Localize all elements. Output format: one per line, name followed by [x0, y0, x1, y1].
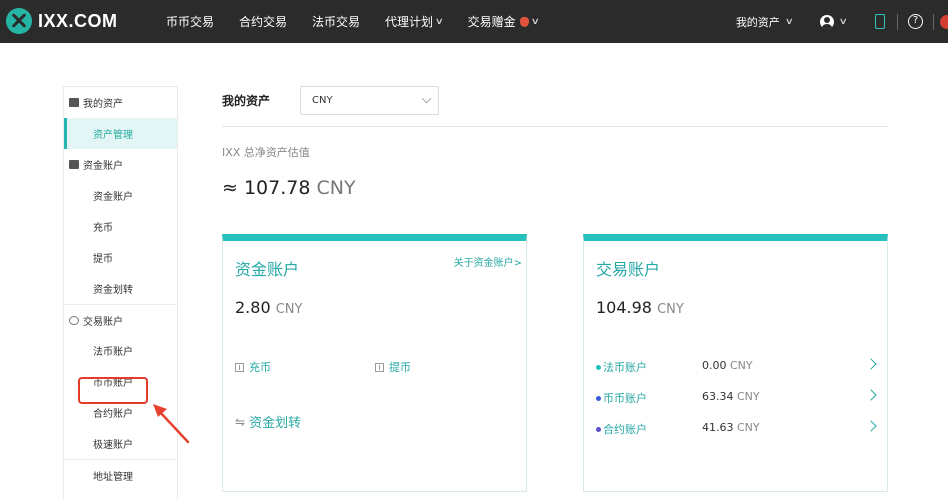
logo-icon	[6, 8, 32, 34]
currency-select-value: CNY	[312, 95, 333, 106]
card-title: 交易账户	[596, 260, 661, 279]
sidebar-item-deposit[interactable]: 充币	[64, 211, 177, 242]
withdraw-button[interactable]: 提币	[375, 359, 411, 375]
card-amount: 2.80 CNY	[235, 298, 303, 317]
chevron-down-icon: ∨	[530, 16, 540, 27]
wallet-icon	[69, 98, 79, 107]
dot-icon	[596, 395, 601, 401]
withdraw-icon	[375, 362, 384, 372]
mobile-app-button[interactable]	[875, 14, 885, 29]
account-row-fiat[interactable]: 法币账户 0.00 CNY	[596, 358, 877, 374]
chevron-right-icon[interactable]	[865, 358, 877, 370]
annotation-arrow-icon	[153, 404, 190, 444]
exchange-icon	[69, 315, 79, 325]
top-navbar: IXX.COM 币币交易 合约交易 法币交易 代理计划 ∨ 交易赠金 ∨ 我的资产 ∨…	[0, 0, 948, 43]
nav-contract-trading[interactable]: 合约交易	[239, 13, 287, 30]
trading-account-card: 交易账户 104.98 CNY 法币账户 0.00 CNY 币币账户 63.34…	[583, 234, 888, 492]
nav-agent-plan[interactable]: 代理计划 ∨	[385, 13, 444, 30]
user-menu[interactable]: ∨	[820, 14, 849, 29]
logo[interactable]: IXX.COM	[6, 8, 118, 34]
page-title: 我的资产	[222, 94, 271, 108]
estimate-value: ≈ 107.78 CNY	[222, 177, 356, 199]
chevron-right-icon[interactable]	[865, 389, 877, 401]
chevron-down-icon: ∨	[839, 16, 849, 27]
estimate-label: IXX 总净资产估值	[222, 146, 310, 159]
divider	[222, 126, 889, 127]
card-amount: 104.98 CNY	[596, 298, 684, 317]
chevron-down-icon	[421, 93, 432, 104]
fund-account-card: 资金账户 关于资金账户> 2.80 CNY 充币 提币 ⇋ 资金划转	[222, 234, 527, 492]
sidebar-item-address-management[interactable]: 地址管理	[64, 459, 177, 490]
currency-select[interactable]: CNY	[300, 86, 439, 115]
main-nav: 币币交易 合约交易 法币交易 代理计划 ∨ 交易赠金 ∨	[166, 0, 563, 43]
dot-icon	[596, 364, 601, 370]
sidebar-item-fiat-account[interactable]: 法币账户	[64, 335, 177, 366]
nav-right: 我的资产 ∨ ∨ ?	[736, 0, 948, 43]
sidebar-item-transfer[interactable]: 资金划转	[64, 273, 177, 304]
sidebar-item-asset-management[interactable]: 资产管理	[64, 118, 177, 149]
nav-spot-trading[interactable]: 币币交易	[166, 13, 214, 30]
help-icon: ?	[908, 14, 923, 29]
nav-trading-bonus[interactable]: 交易赠金 ∨	[468, 13, 540, 30]
dot-icon	[596, 426, 601, 432]
help-button[interactable]: ?	[908, 14, 923, 29]
chevron-right-icon[interactable]	[865, 420, 877, 432]
chevron-down-icon: ∨	[434, 16, 444, 27]
sidebar-group-my-assets: 我的资产	[64, 87, 177, 118]
user-icon	[820, 14, 835, 29]
about-fund-account-link[interactable]: 关于资金账户>	[454, 254, 522, 269]
sidebar-item-withdraw[interactable]: 提币	[64, 242, 177, 273]
card-title: 资金账户	[235, 260, 300, 279]
account-row-contract[interactable]: 合约账户 41.63 CNY	[596, 420, 877, 436]
deposit-button[interactable]: 充币	[235, 359, 271, 375]
divider	[897, 13, 898, 30]
transfer-button[interactable]: ⇋ 资金划转	[235, 412, 301, 432]
sidebar-group-trading-account: 交易账户	[64, 304, 177, 335]
flag-icon	[940, 14, 948, 29]
folder-icon	[69, 160, 79, 169]
language-button[interactable]	[940, 14, 948, 29]
nav-fiat-trading[interactable]: 法币交易	[312, 13, 360, 30]
divider	[933, 13, 934, 30]
my-assets-menu[interactable]: 我的资产 ∨	[736, 14, 794, 30]
gift-bag-icon	[519, 16, 529, 27]
phone-icon	[875, 14, 885, 29]
sidebar-group-fund-account: 资金账户	[64, 149, 177, 180]
sidebar-item-fund-account[interactable]: 资金账户	[64, 180, 177, 211]
chevron-down-icon: ∨	[784, 16, 794, 27]
swap-icon: ⇋	[235, 414, 246, 429]
logo-text: IXX.COM	[38, 10, 118, 31]
deposit-icon	[235, 362, 244, 372]
account-row-coin[interactable]: 币币账户 63.34 CNY	[596, 389, 877, 405]
highlight-box	[78, 377, 148, 404]
